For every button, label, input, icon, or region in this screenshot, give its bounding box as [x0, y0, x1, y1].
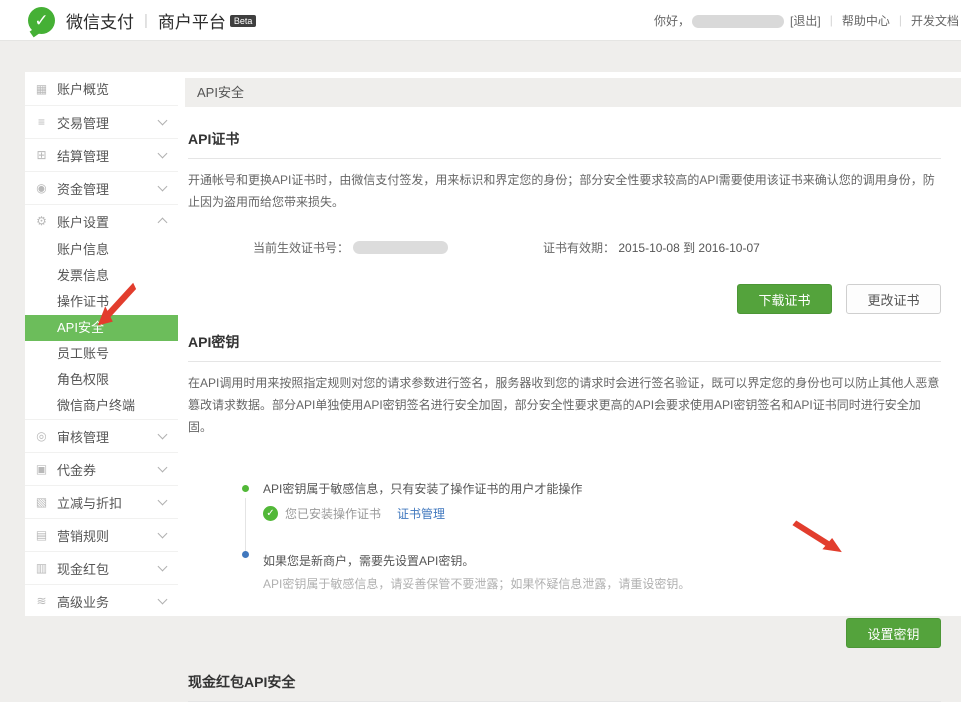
- validity-label: 证书有效期：: [543, 241, 615, 255]
- sidebar-item-label: 高级业务: [57, 592, 159, 611]
- layers-icon: ≋: [34, 594, 49, 608]
- api-key-description: 在API调用时用来按照指定规则对您的请求参数进行签名，服务器收到您的请求时会进行…: [188, 372, 941, 438]
- nav-divider: |: [899, 13, 902, 27]
- api-cert-description: 开通帐号和更换API证书时，由微信支付签发，用来标识和界定您的身份；部分安全性要…: [188, 169, 941, 213]
- sidebar-item-label: 资金管理: [57, 179, 159, 198]
- cert-info-row: 当前生效证书号： 证书有效期： 2015-10-08 到 2016-10-07: [253, 239, 961, 256]
- sidebar-item-settlement-management[interactable]: ⊞ 结算管理: [25, 138, 178, 171]
- check-circle-icon: ✓: [263, 506, 278, 521]
- api-key-heading: API密钥: [188, 332, 941, 362]
- logout-link[interactable]: [退出]: [790, 12, 821, 29]
- main-content: API安全 API证书 开通帐号和更换API证书时，由微信支付签发，用来标识和界…: [178, 72, 961, 616]
- sidebar-subitem-wechat-merchant-terminal[interactable]: 微信商户终端: [25, 393, 178, 419]
- sidebar-item-label: 代金券: [57, 460, 159, 479]
- sidebar-item-voucher[interactable]: ▣ 代金券: [25, 452, 178, 485]
- ticket-icon: ▣: [34, 462, 49, 476]
- chevron-down-icon: [158, 496, 168, 506]
- sidebar-item-label: 立减与折扣: [57, 493, 159, 512]
- discount-icon: ▧: [34, 495, 49, 509]
- sidebar-subitem-api-security[interactable]: API安全: [25, 315, 178, 341]
- sidebar-subitem-account-info[interactable]: 账户信息: [25, 237, 178, 263]
- help-center-link[interactable]: 帮助中心: [842, 12, 890, 29]
- beta-badge: Beta: [230, 15, 257, 27]
- list-icon: ≡: [34, 115, 49, 129]
- chevron-down-icon: [158, 595, 168, 605]
- page-title: API安全: [185, 78, 961, 107]
- brand-separator: |: [144, 12, 148, 29]
- red-envelope-icon: ▥: [34, 561, 49, 575]
- sidebar-subitem-role-permission[interactable]: 角色权限: [25, 367, 178, 393]
- chevron-down-icon: [158, 463, 168, 473]
- sidebar-item-label: 账户设置: [57, 212, 159, 231]
- sidebar-item-label: 审核管理: [57, 427, 159, 446]
- point1-status-row: ✓ 您已安装操作证书 证书管理: [263, 505, 941, 522]
- nav-divider: |: [830, 13, 833, 27]
- circle-icon: ◎: [34, 429, 49, 443]
- check-glyph: ✓: [266, 508, 274, 519]
- cert-number-redacted: [353, 241, 448, 254]
- chevron-down-icon: [158, 562, 168, 572]
- sidebar-item-marketing-rules[interactable]: ▤ 营销规则: [25, 518, 178, 551]
- greeting-label: 你好，: [654, 12, 690, 29]
- current-cert-label: 当前生效证书号：: [253, 239, 349, 256]
- point2-text: 如果您是新商户，需要先设置API密钥。: [243, 552, 941, 569]
- account-settings-submenu: 账户信息 发票信息 操作证书 API安全 员工账号 角色权限 微信商户终端: [25, 237, 178, 419]
- download-cert-button[interactable]: 下载证书: [737, 284, 832, 314]
- validity-dates: 2015-10-08 到 2016-10-07: [618, 241, 759, 255]
- sidebar-item-label: 账户概览: [57, 79, 166, 98]
- header-nav: 你好， [退出] | 帮助中心 | 开发文档: [654, 12, 961, 29]
- chevron-down-icon: [158, 182, 168, 192]
- set-key-row: 设置密钥: [178, 618, 941, 648]
- cert-management-link[interactable]: 证书管理: [397, 505, 445, 522]
- point1-text: API密钥属于敏感信息，只有安装了操作证书的用户才能操作: [243, 480, 941, 497]
- sidebar-item-cash-redpacket[interactable]: ▥ 现金红包: [25, 551, 178, 584]
- sidebar-item-account-settings[interactable]: ⚙ 账户设置: [25, 204, 178, 237]
- sidebar-item-discount[interactable]: ▧ 立减与折扣: [25, 485, 178, 518]
- sidebar-item-advanced-business[interactable]: ≋ 高级业务: [25, 584, 178, 617]
- gear-icon: ⚙: [34, 214, 49, 228]
- change-cert-button[interactable]: 更改证书: [846, 284, 941, 314]
- sidebar-subitem-staff-account[interactable]: 员工账号: [25, 341, 178, 367]
- sidebar-item-label: 结算管理: [57, 146, 159, 165]
- grid-icon: ▦: [34, 82, 49, 96]
- sidebar: ▦ 账户概览 ≡ 交易管理 ⊞ 结算管理 ◉ 资金管理 ⚙ 账户设置 账户信息 …: [25, 72, 178, 616]
- sidebar-item-review-management[interactable]: ◎ 审核管理: [25, 419, 178, 452]
- cert-validity: 证书有效期： 2015-10-08 到 2016-10-07: [543, 239, 760, 256]
- point2-note: API密钥属于敏感信息，请妥善保管不要泄露；如果怀疑信息泄露，请重设密钥。: [243, 575, 941, 592]
- sidebar-item-funds-management[interactable]: ◉ 资金管理: [25, 171, 178, 204]
- blue-bullet-icon: [242, 551, 249, 558]
- sidebar-subitem-operation-cert[interactable]: 操作证书: [25, 289, 178, 315]
- table-icon: ⊞: [34, 148, 49, 162]
- sidebar-item-label: 交易管理: [57, 113, 159, 132]
- top-header: ✓ 微信支付 | 商户平台 Beta 你好， [退出] | 帮助中心 | 开发文…: [0, 0, 961, 41]
- sidebar-item-account-overview[interactable]: ▦ 账户概览: [25, 72, 178, 105]
- green-bullet-icon: [242, 485, 249, 492]
- chevron-down-icon: [158, 430, 168, 440]
- username-redacted: [692, 15, 784, 28]
- sidebar-subitem-invoice-info[interactable]: 发票信息: [25, 263, 178, 289]
- chevron-down-icon: [158, 116, 168, 126]
- logo-check-glyph: ✓: [34, 12, 48, 29]
- product-title: 商户平台: [158, 8, 226, 33]
- set-key-button[interactable]: 设置密钥: [846, 618, 941, 648]
- document-icon: ▤: [34, 528, 49, 542]
- brand-title: 微信支付: [66, 8, 134, 33]
- api-key-points: API密钥属于敏感信息，只有安装了操作证书的用户才能操作 ✓ 您已安装操作证书 …: [243, 480, 941, 592]
- chevron-up-icon: [158, 218, 168, 228]
- api-cert-heading: API证书: [188, 129, 941, 159]
- cert-installed-status: 您已安装操作证书: [285, 505, 381, 522]
- dev-docs-link[interactable]: 开发文档: [911, 12, 959, 29]
- wechat-pay-logo-icon: ✓: [28, 7, 55, 34]
- sidebar-item-label: 营销规则: [57, 526, 159, 545]
- chevron-down-icon: [158, 149, 168, 159]
- timeline-connector: [245, 498, 246, 556]
- money-bag-icon: ◉: [34, 181, 49, 195]
- cert-buttons-row: 下载证书 更改证书: [178, 284, 941, 314]
- sidebar-item-trade-management[interactable]: ≡ 交易管理: [25, 105, 178, 138]
- chevron-down-icon: [158, 529, 168, 539]
- redpacket-api-heading: 现金红包API安全: [188, 672, 941, 702]
- sidebar-item-label: 现金红包: [57, 559, 159, 578]
